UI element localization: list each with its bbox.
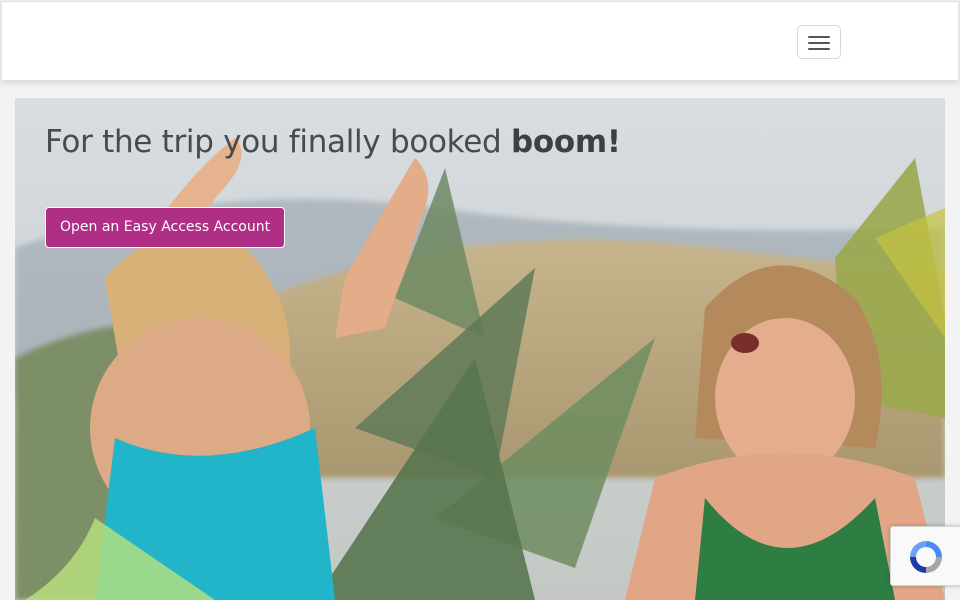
hero-photo [15,98,945,600]
hero-title-bold: boom! [510,124,621,160]
hero-banner: For the trip you finally booked boom! Op… [15,98,945,600]
hamburger-icon [808,36,830,50]
recaptcha-icon [910,541,942,573]
menu-toggle-button[interactable] [797,25,841,59]
open-easy-access-account-button[interactable]: Open an Easy Access Account [45,207,286,248]
hero-title: For the trip you finally booked boom! [45,124,621,160]
hero-title-regular: For the trip you finally booked [45,124,511,160]
recaptcha-badge[interactable] [890,526,960,586]
top-navbar [1,1,959,81]
